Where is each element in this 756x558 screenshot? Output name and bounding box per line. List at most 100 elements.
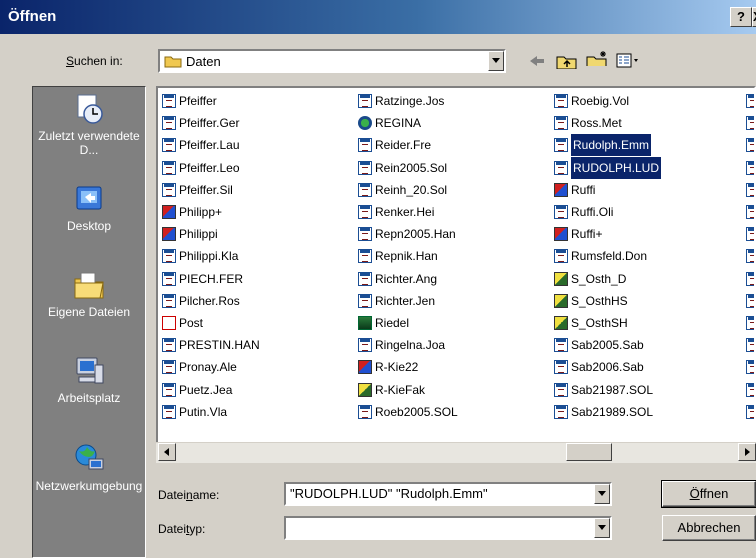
text-file-icon: [746, 315, 754, 330]
file-item[interactable]: Pfeiffer.Leo: [162, 157, 260, 179]
title-bar[interactable]: [0, 0, 756, 34]
file-item[interactable]: Ringelna.Joa: [358, 334, 458, 356]
file-item[interactable]: Reinh_20.Sol: [358, 179, 458, 201]
file-item-partial[interactable]: [746, 312, 754, 334]
place-my-computer[interactable]: Arbeitsplatz: [33, 355, 145, 405]
file-item[interactable]: R-Kie22: [358, 356, 458, 378]
file-item-partial[interactable]: [746, 245, 754, 267]
text-file-icon: [746, 116, 754, 131]
file-name: Philippi.Kla: [179, 249, 239, 264]
file-item-partial[interactable]: [746, 90, 754, 112]
file-item[interactable]: Renker.Hei: [358, 201, 458, 223]
file-item[interactable]: Ruffi.Oli: [554, 201, 661, 223]
file-item[interactable]: Pfeiffer.Sil: [162, 179, 260, 201]
folder-up-icon[interactable]: [556, 53, 578, 69]
text-file-icon: [358, 160, 372, 175]
file-item[interactable]: Puetz.Jea: [162, 378, 260, 400]
file-item[interactable]: Roeb2005.SOL: [358, 401, 458, 423]
file-item[interactable]: Roebig.Vol: [554, 90, 661, 112]
file-item[interactable]: S_OsthHS: [554, 290, 661, 312]
scroll-thumb[interactable]: [566, 443, 612, 461]
file-item[interactable]: PIECH.FER: [162, 268, 260, 290]
lookin-dropdown[interactable]: Daten: [158, 49, 506, 73]
file-item[interactable]: Philippi: [162, 223, 260, 245]
lookin-value: Daten: [186, 54, 221, 69]
file-item-partial[interactable]: [746, 334, 754, 356]
file-item[interactable]: Richter.Jen: [358, 290, 458, 312]
file-item-partial[interactable]: [746, 201, 754, 223]
close-button[interactable]: X: [752, 7, 756, 27]
file-item[interactable]: Sab2006.Sab: [554, 356, 661, 378]
file-item[interactable]: REGINA: [358, 112, 458, 134]
open-button[interactable]: Öffnen: [661, 480, 756, 508]
file-item[interactable]: R-KieFak: [358, 378, 458, 400]
file-item[interactable]: Pfeiffer.Lau: [162, 134, 260, 156]
chevron-down-icon[interactable]: [594, 484, 610, 504]
file-item-partial[interactable]: [746, 157, 754, 179]
file-item[interactable]: Sab21989.SOL: [554, 401, 661, 423]
file-item[interactable]: Repnik.Han: [358, 245, 458, 267]
file-item[interactable]: S_Osth_D: [554, 268, 661, 290]
filename-input[interactable]: "RUDOLPH.LUD" "Rudolph.Emm": [284, 482, 612, 506]
file-item[interactable]: Repn2005.Han: [358, 223, 458, 245]
chevron-down-icon[interactable]: [488, 51, 504, 71]
text-file-icon: [162, 271, 176, 286]
place-desktop[interactable]: Desktop: [33, 183, 145, 233]
file-column-3: Roebig.Vol Ross.Met Rudolph.Emm RUDOLPH.LUD…: [554, 90, 663, 423]
file-item[interactable]: Rudolph.Emm: [554, 133, 661, 158]
back-arrow-icon[interactable]: [528, 53, 546, 69]
cancel-button[interactable]: Abbrechen: [662, 515, 756, 541]
file-item[interactable]: Pfeiffer: [162, 90, 260, 112]
file-item[interactable]: Richter.Ang: [358, 268, 458, 290]
chevron-down-icon[interactable]: [594, 518, 610, 538]
view-menu-icon[interactable]: [616, 53, 642, 69]
file-item-partial[interactable]: [746, 290, 754, 312]
help-button[interactable]: ?: [730, 7, 752, 27]
file-item-partial[interactable]: [746, 268, 754, 290]
scroll-left-button[interactable]: [158, 443, 176, 461]
file-name: Ratzinge.Jos: [375, 94, 445, 109]
file-item[interactable]: Sab2005.Sab: [554, 334, 661, 356]
my-documents-icon: [74, 272, 104, 299]
file-item[interactable]: Ratzinge.Jos: [358, 90, 458, 112]
file-name: Ruffi: [571, 182, 596, 197]
file-item-partial[interactable]: [746, 112, 754, 134]
file-item[interactable]: Post: [162, 312, 260, 334]
new-folder-icon[interactable]: [586, 50, 610, 66]
file-item[interactable]: Reider.Fre: [358, 134, 458, 156]
file-name: Pfeiffer.Leo: [179, 160, 240, 175]
file-item[interactable]: Ross.Met: [554, 112, 661, 134]
file-item[interactable]: Riedel: [358, 312, 458, 334]
file-item-partial[interactable]: [746, 223, 754, 245]
file-item[interactable]: Ruffi: [554, 179, 661, 201]
filetype-dropdown[interactable]: [284, 516, 612, 540]
file-item[interactable]: S_OsthSH: [554, 312, 661, 334]
horizontal-scrollbar[interactable]: [156, 442, 756, 463]
file-item[interactable]: Pfeiffer.Ger: [162, 112, 260, 134]
file-item-partial[interactable]: [746, 401, 754, 423]
file-item[interactable]: Pilcher.Ros: [162, 290, 260, 312]
file-item[interactable]: Rein2005.Sol: [358, 157, 458, 179]
place-network[interactable]: Netzwerkumgebung: [33, 443, 145, 493]
file-item[interactable]: Philippi.Kla: [162, 245, 260, 267]
file-item[interactable]: Pronay.Ale: [162, 356, 260, 378]
file-list[interactable]: Pfeiffer Pfeiffer.Ger Pfeiffer.Lau Pfeiffer…: [156, 86, 756, 462]
place-recent[interactable]: Zuletzt verwendete D...: [33, 93, 145, 157]
file-item[interactable]: Sab21987.SOL: [554, 378, 661, 400]
text-file-icon: [358, 94, 372, 109]
file-item[interactable]: Rumsfeld.Don: [554, 245, 661, 267]
file-item[interactable]: Putin.Vla: [162, 401, 260, 423]
text-file-icon: [554, 360, 568, 375]
file-item[interactable]: PRESTIN.HAN: [162, 334, 260, 356]
arrow-left-icon: [164, 448, 169, 456]
file-item[interactable]: Philipp+: [162, 201, 260, 223]
place-my-documents[interactable]: Eigene Dateien: [33, 269, 145, 319]
file-item[interactable]: RUDOLPH.LUD: [554, 155, 663, 180]
file-item-partial[interactable]: [746, 378, 754, 400]
file-item-partial[interactable]: [746, 134, 754, 156]
file-item-partial[interactable]: [746, 179, 754, 201]
file-item[interactable]: Ruffi+: [554, 223, 661, 245]
scroll-right-button[interactable]: [738, 443, 756, 461]
text-file-icon: [746, 205, 754, 220]
file-item-partial[interactable]: [746, 356, 754, 378]
